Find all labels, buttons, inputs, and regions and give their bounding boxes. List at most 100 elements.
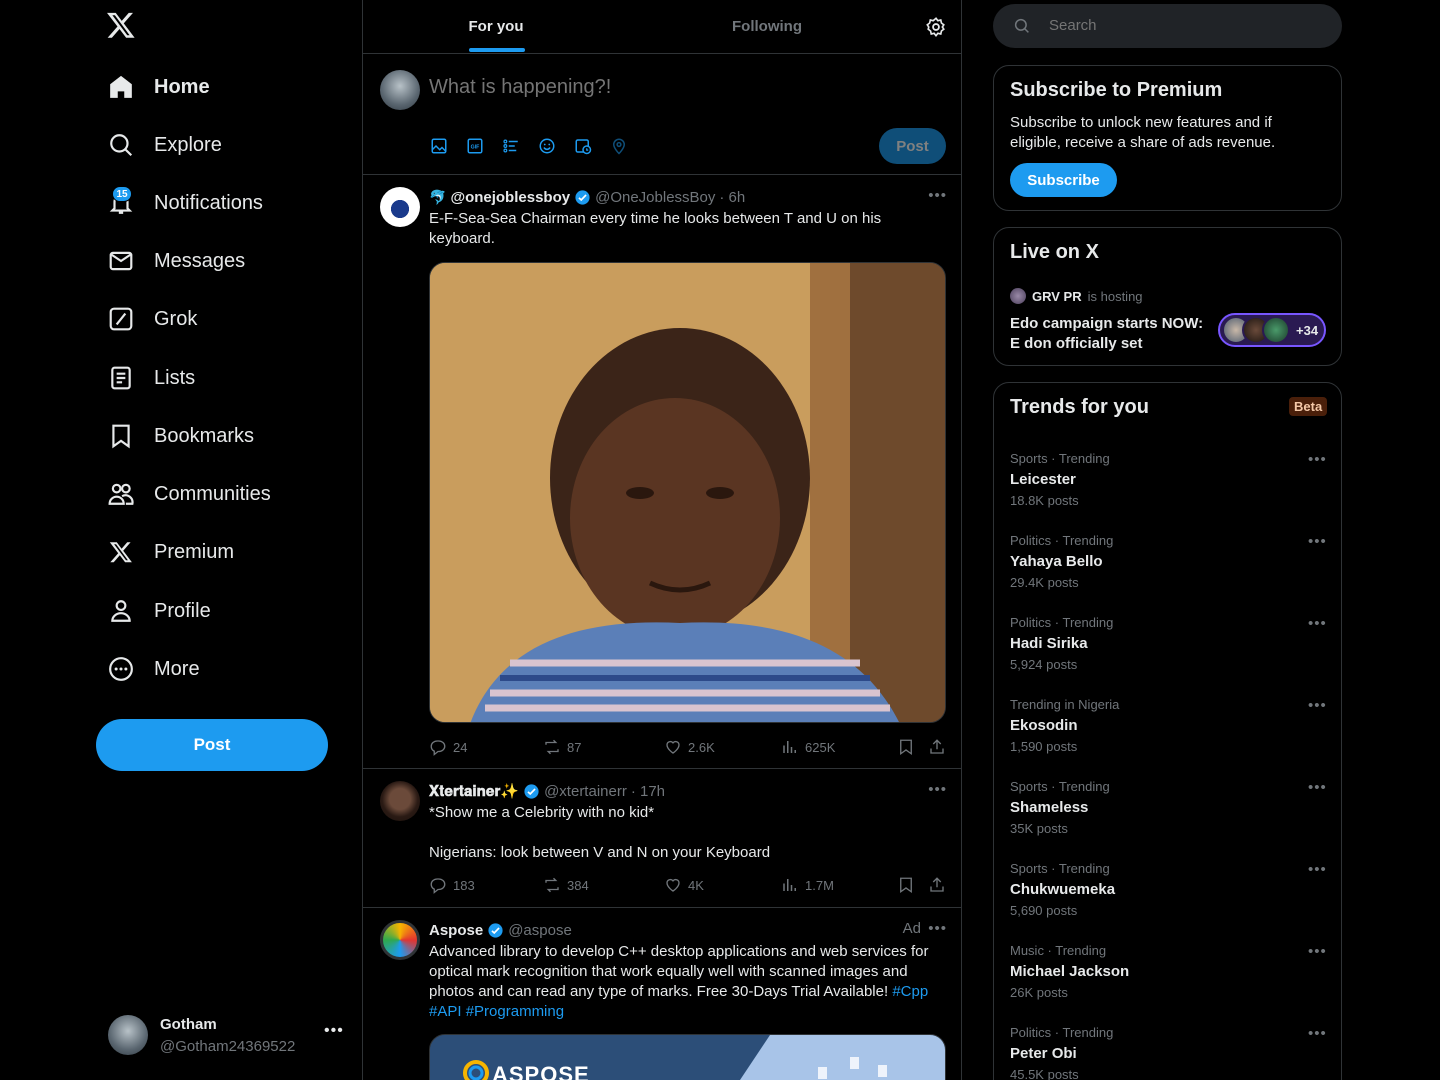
- nav-home[interactable]: Home: [96, 62, 210, 112]
- more-icon[interactable]: •••: [1308, 779, 1327, 796]
- share-button[interactable]: [928, 738, 946, 756]
- bookmark-button[interactable]: [897, 738, 915, 756]
- tweet[interactable]: 𝐗𝐭𝐞𝐫𝐭𝐚𝐢𝐧𝐞𝐫✨ @xtertainerr · 17h ••• *Show…: [363, 769, 961, 908]
- more-icon[interactable]: •••: [1308, 451, 1327, 468]
- more-icon[interactable]: •••: [1308, 615, 1327, 632]
- tweet-author-handle[interactable]: @OneJoblessBoy: [595, 189, 715, 206]
- tweet-time[interactable]: · 6h: [719, 189, 745, 206]
- trend-item[interactable]: Politics · Trending Peter Obi 45.5K post…: [994, 1013, 1341, 1080]
- repost-button[interactable]: 384: [543, 876, 589, 894]
- trend-item[interactable]: Sports · Trending Chukwuemeka 5,690 post…: [994, 849, 1341, 931]
- x-logo-icon[interactable]: [106, 10, 136, 44]
- views-button[interactable]: 625K: [781, 738, 835, 756]
- subscribe-button[interactable]: Subscribe: [1010, 163, 1117, 197]
- tweet-author-handle[interactable]: @aspose: [508, 922, 572, 939]
- tweet[interactable]: 🐬 @onejoblessboy @OneJoblessBoy · 6h •••…: [363, 175, 961, 769]
- promoted-tweet[interactable]: Aspose @aspose Ad ••• Advanced library t…: [363, 908, 961, 1080]
- nav-label: Notifications: [154, 191, 263, 214]
- share-button[interactable]: [928, 876, 946, 894]
- nav-label: Messages: [154, 249, 246, 272]
- like-count: 2.6K: [688, 739, 715, 755]
- nav-label: Communities: [154, 482, 271, 505]
- more-icon[interactable]: •••: [1308, 1025, 1327, 1042]
- schedule-icon[interactable]: [573, 136, 593, 156]
- views-button[interactable]: 1.7M: [781, 876, 834, 894]
- nav-grok[interactable]: Grok: [96, 294, 197, 344]
- nav-communities[interactable]: Communities: [96, 469, 271, 519]
- tab-following[interactable]: Following: [629, 0, 905, 53]
- nav-more[interactable]: More: [96, 644, 200, 694]
- like-button[interactable]: 2.6K: [664, 738, 715, 756]
- reply-button[interactable]: 183: [429, 876, 475, 894]
- live-listeners[interactable]: +34: [1218, 313, 1326, 347]
- repost-button[interactable]: 87: [543, 738, 581, 756]
- search-input[interactable]: [1049, 17, 1319, 34]
- tweet-time[interactable]: · 17h: [631, 783, 665, 800]
- trend-item[interactable]: Sports · Trending Shameless 35K posts ••…: [994, 767, 1341, 849]
- account-switcher[interactable]: Gotham @Gotham24369522 •••: [108, 1012, 348, 1060]
- hashtag[interactable]: #Cpp: [892, 983, 928, 1000]
- search-icon: [1014, 18, 1029, 33]
- post-button[interactable]: Post: [96, 719, 328, 771]
- nav-profile[interactable]: Profile: [96, 586, 211, 636]
- verified-badge-icon: [575, 189, 590, 205]
- left-sidebar: Home Explore Notifications Messages Grok…: [96, 0, 362, 1080]
- like-button[interactable]: 4K: [664, 876, 704, 894]
- dolphin-icon: 🐬: [429, 188, 447, 205]
- gear-icon[interactable]: [925, 16, 947, 38]
- trend-item[interactable]: Politics · Trending Hadi Sirika 5,924 po…: [994, 603, 1341, 685]
- people-icon: [108, 481, 134, 507]
- more-icon[interactable]: •••: [1308, 861, 1327, 878]
- avatar[interactable]: [380, 187, 420, 227]
- tweet-author-name[interactable]: Aspose: [429, 922, 483, 939]
- hashtag[interactable]: #Programming: [466, 1003, 564, 1020]
- tweet-author-name[interactable]: 𝐗𝐭𝐞𝐫𝐭𝐚𝐢𝐧𝐞𝐫✨: [429, 782, 519, 800]
- x-logo-icon: [108, 539, 134, 565]
- nav-messages[interactable]: Messages: [96, 236, 245, 286]
- bookmark-icon: [108, 423, 134, 449]
- reply-button[interactable]: 24: [429, 738, 467, 756]
- trend-name: Yahaya Bello: [1010, 553, 1103, 570]
- trend-item[interactable]: Trending in Nigeria Ekosodin 1,590 posts…: [994, 685, 1341, 767]
- trend-meta: Music · Trending: [1010, 943, 1107, 958]
- nav-lists[interactable]: Lists: [96, 353, 195, 403]
- tweet-author-handle[interactable]: @xtertainerr: [544, 783, 627, 800]
- image-icon[interactable]: [429, 136, 449, 156]
- more-icon[interactable]: •••: [1308, 697, 1327, 714]
- more-icon[interactable]: •••: [324, 1022, 344, 1040]
- more-icon[interactable]: •••: [928, 187, 947, 204]
- trend-name: Leicester: [1010, 471, 1076, 488]
- avatar[interactable]: [380, 781, 420, 821]
- compose-input[interactable]: [429, 76, 929, 99]
- more-icon[interactable]: •••: [1308, 533, 1327, 550]
- tab-for-you[interactable]: For you: [363, 0, 629, 53]
- space-title[interactable]: Edo campaign starts NOW: E don officiall…: [1010, 314, 1210, 354]
- tweet-actions: 183 384 4K 1.7M: [429, 876, 947, 896]
- live-host[interactable]: GRV PR is hosting: [1010, 288, 1143, 304]
- nav-bookmarks[interactable]: Bookmarks: [96, 411, 254, 461]
- trend-item[interactable]: Music · Trending Michael Jackson 26K pos…: [994, 931, 1341, 1013]
- ad-image[interactable]: ASPOSE: [429, 1034, 946, 1080]
- envelope-icon: [108, 248, 134, 274]
- more-icon[interactable]: •••: [928, 920, 947, 937]
- tweet-image[interactable]: [429, 262, 946, 723]
- search-box[interactable]: [993, 4, 1342, 48]
- list-icon: [108, 365, 134, 391]
- tweet-author-name[interactable]: @onejoblessboy: [450, 189, 570, 206]
- compose-post-button[interactable]: Post: [879, 128, 946, 164]
- gif-icon[interactable]: GIF: [465, 136, 485, 156]
- avatar[interactable]: [380, 920, 420, 960]
- more-icon[interactable]: •••: [928, 781, 947, 798]
- avatar: [380, 70, 420, 110]
- emoji-icon[interactable]: [537, 136, 557, 156]
- nav-premium[interactable]: Premium: [96, 527, 234, 577]
- bookmark-button[interactable]: [897, 876, 915, 894]
- trend-item[interactable]: Politics · Trending Yahaya Bello 29.4K p…: [994, 521, 1341, 603]
- location-icon[interactable]: [609, 136, 629, 156]
- poll-icon[interactable]: [501, 136, 521, 156]
- nav-explore[interactable]: Explore: [96, 120, 222, 170]
- hashtag[interactable]: #API: [429, 1003, 462, 1020]
- trend-item[interactable]: Sports · Trending Leicester 18.8K posts …: [994, 439, 1341, 521]
- more-icon[interactable]: •••: [1308, 943, 1327, 960]
- tweet-composer: GIF Post: [363, 54, 961, 175]
